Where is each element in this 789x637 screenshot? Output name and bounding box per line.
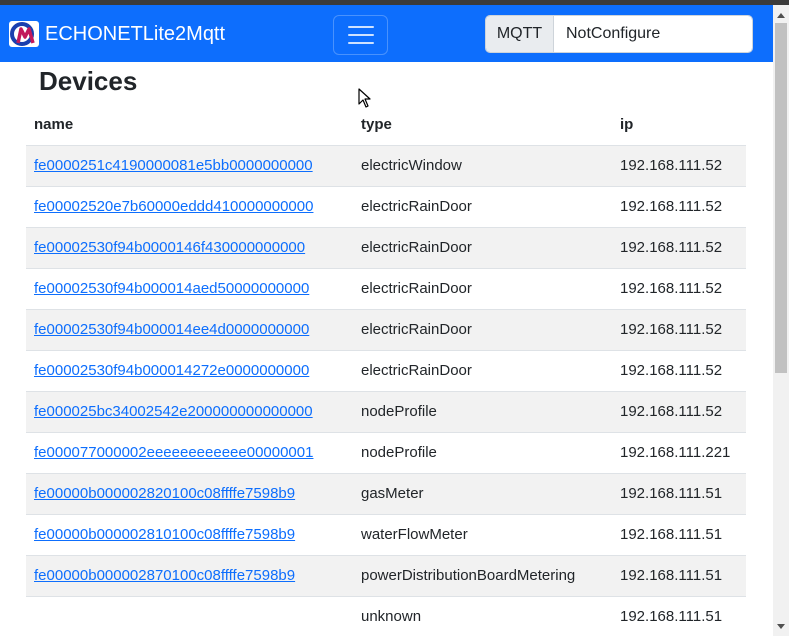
table-row: fe00002530f94b0000146f430000000000 electr… (26, 226, 746, 268)
brand-title: ECHONETLite2Mqtt (45, 22, 226, 45)
table-row: fe000077000002eeeeeeeeeeee00000001 nodePr… (26, 431, 746, 473)
mqtt-label: MQTT (486, 16, 554, 52)
device-link[interactable]: fe00002530f94b0000146f430000000000 (34, 239, 305, 256)
device-ip-cell: 192.168.111.51 (612, 513, 746, 555)
device-type-cell: waterFlowMeter (353, 513, 612, 555)
device-link[interactable]: fe00000b000002820100c08ffffe7598b9 (34, 485, 295, 502)
table-row: fe000025bc34002542e200000000000000 nodePr… (26, 390, 746, 432)
device-ip-cell: 192.168.111.52 (612, 308, 746, 350)
device-ip-cell: 192.168.111.51 (612, 595, 746, 637)
device-ip-cell: 192.168.111.51 (612, 472, 746, 514)
navbar-toggler-button[interactable] (333, 15, 388, 55)
device-type-cell: electricWindow (353, 144, 612, 186)
device-name-cell: fe0000251c4190000081e5bb0000000000 (26, 144, 353, 186)
device-name-cell: fe00000b000002870100c08ffffe7598b9 (26, 554, 353, 596)
device-name-cell: fe00000b000002810100c08ffffe7598b9 (26, 513, 353, 555)
device-link[interactable]: fe0000251c4190000081e5bb0000000000 (34, 157, 313, 174)
device-ip-cell: 192.168.111.52 (612, 349, 746, 391)
device-ip-cell: 192.168.111.52 (612, 226, 746, 268)
table-row: fe00002530f94b000014ee4d0000000000 electr… (26, 308, 746, 350)
device-type-cell: electricRainDoor (353, 308, 612, 350)
device-name-cell: fe000025bc34002542e200000000000000 (26, 390, 353, 432)
device-type-cell: powerDistributionBoardMetering (353, 554, 612, 596)
device-type-cell: electricRainDoor (353, 349, 612, 391)
device-name-cell: fe00002530f94b0000146f430000000000 (26, 226, 353, 268)
device-rows: fe0000251c4190000081e5bb0000000000 electr… (26, 144, 746, 637)
devices-table: name type ip fe0000251c4190000081e5bb000… (26, 104, 746, 637)
table-header-row: name type ip (26, 104, 746, 146)
device-link[interactable]: fe00002530f94b000014aed50000000000 (34, 280, 309, 297)
device-name-cell (26, 595, 353, 637)
navbar: ECHONETLite2Mqtt MQTT NotConfigure (0, 5, 773, 62)
device-name-cell: fe00002520e7b60000eddd410000000000 (26, 185, 353, 227)
device-type-cell: gasMeter (353, 472, 612, 514)
column-header-ip: ip (612, 104, 746, 146)
column-header-name: name (26, 104, 353, 146)
device-ip-cell: 192.168.111.52 (612, 185, 746, 227)
table-row: fe0000251c4190000081e5bb0000000000 electr… (26, 144, 746, 186)
device-ip-cell: 192.168.111.52 (612, 267, 746, 309)
hamburger-bar (347, 42, 374, 44)
table-row: unknown 192.168.111.51 (26, 595, 746, 637)
device-link[interactable]: fe000077000002eeeeeeeeeeee00000001 (34, 444, 313, 461)
device-name-cell: fe00002530f94b000014272e0000000000 (26, 349, 353, 391)
mqtt-status-field[interactable]: NotConfigure (554, 16, 752, 52)
hamburger-bar (347, 34, 374, 36)
table-row: fe00002520e7b60000eddd410000000000 electr… (26, 185, 746, 227)
device-type-cell: unknown (353, 595, 612, 637)
device-type-cell: nodeProfile (353, 431, 612, 473)
scroll-up-arrow-icon[interactable] (773, 9, 789, 21)
column-header-type: type (353, 104, 612, 146)
device-link[interactable]: fe00002530f94b000014272e0000000000 (34, 362, 309, 379)
hamburger-menu-icon (347, 26, 374, 28)
page-title: Devices (39, 66, 138, 96)
device-ip-cell: 192.168.111.221 (612, 431, 746, 473)
device-name-cell: fe00002530f94b000014ee4d0000000000 (26, 308, 353, 350)
mqtt-status-group: MQTT NotConfigure (485, 15, 753, 53)
device-ip-cell: 192.168.111.51 (612, 554, 746, 596)
device-type-cell: electricRainDoor (353, 226, 612, 268)
table-row: fe00002530f94b000014aed50000000000 electr… (26, 267, 746, 309)
scroll-down-arrow-icon[interactable] (773, 620, 789, 632)
device-type-cell: nodeProfile (353, 390, 612, 432)
device-ip-cell: 192.168.111.52 (612, 144, 746, 186)
device-link[interactable]: fe00000b000002810100c08ffffe7598b9 (34, 526, 295, 543)
device-name-cell: fe00000b000002820100c08ffffe7598b9 (26, 472, 353, 514)
table-row: fe00000b000002820100c08ffffe7598b9 gasMet… (26, 472, 746, 514)
scrollbar-thumb[interactable] (775, 23, 787, 373)
device-link[interactable]: fe00000b000002870100c08ffffe7598b9 (34, 567, 295, 584)
table-row: fe00000b000002810100c08ffffe7598b9 waterF… (26, 513, 746, 555)
device-ip-cell: 192.168.111.52 (612, 390, 746, 432)
table-row: fe00000b000002870100c08ffffe7598b9 powerD… (26, 554, 746, 596)
vertical-scrollbar[interactable] (773, 5, 789, 636)
device-link[interactable]: fe00002520e7b60000eddd410000000000 (34, 198, 313, 215)
device-name-cell: fe00002530f94b000014aed50000000000 (26, 267, 353, 309)
table-row: fe00002530f94b000014272e0000000000 electr… (26, 349, 746, 391)
device-name-cell: fe000077000002eeeeeeeeeeee00000001 (26, 431, 353, 473)
echonet-mqtt-logo-icon (9, 21, 39, 47)
device-type-cell: electricRainDoor (353, 185, 612, 227)
device-link[interactable]: fe000025bc34002542e200000000000000 (34, 403, 313, 420)
brand[interactable]: ECHONETLite2Mqtt (9, 19, 225, 49)
device-link[interactable]: fe00002530f94b000014ee4d0000000000 (34, 321, 309, 338)
device-type-cell: electricRainDoor (353, 267, 612, 309)
